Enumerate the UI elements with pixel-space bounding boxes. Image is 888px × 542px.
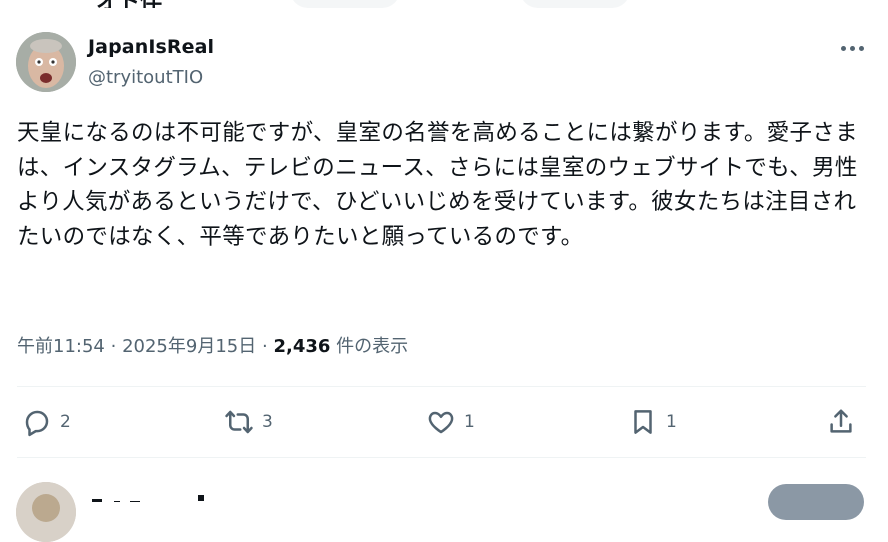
divider-bottom — [17, 457, 866, 458]
meta-separator: · — [261, 336, 268, 357]
author-name[interactable]: JapanIsReal — [88, 36, 214, 58]
share-button[interactable] — [826, 405, 856, 439]
reply-author-avatar[interactable] — [16, 482, 76, 542]
author-handle[interactable]: @tryitoutTIO — [88, 67, 203, 88]
tweet-time[interactable]: 午前11:54 — [17, 336, 105, 357]
top-bar-fragment-right — [520, 0, 630, 8]
views-label: 件の表示 — [336, 336, 409, 357]
like-count: 1 — [464, 412, 475, 432]
tweet-text: 天皇になるのは不可能ですが、皇室の名誉を高めることには繋がります。愛子さまは、イ… — [17, 120, 858, 250]
more-icon[interactable] — [836, 36, 868, 60]
like-icon — [428, 411, 454, 434]
like-button[interactable]: 1 — [426, 405, 475, 439]
reply-avatar-image — [16, 482, 76, 542]
meta-separator: · — [110, 336, 117, 357]
reply-count: 2 — [60, 412, 71, 432]
more-dot — [840, 45, 846, 51]
views-count: 2,436 — [273, 336, 331, 357]
more-dot — [858, 45, 864, 51]
reply-author-name-fragment — [90, 490, 220, 502]
tweet-date[interactable]: 2025年9月15日 — [122, 336, 256, 357]
top-bar-fragment-left — [290, 0, 400, 8]
reply-name-glyphs — [92, 495, 204, 502]
follow-button-fragment[interactable] — [768, 484, 864, 520]
divider-top — [17, 386, 866, 387]
share-icon — [830, 409, 852, 433]
retweet-count: 3 — [262, 412, 273, 432]
bookmark-icon — [634, 410, 652, 434]
tweet-meta: 午前11:54 · 2025年9月15日 · 2,436 件の表示 — [17, 332, 408, 358]
retweet-button[interactable]: 3 — [224, 405, 273, 439]
reply-button[interactable]: 2 — [22, 405, 71, 439]
retweet-icon — [225, 410, 253, 434]
author-avatar[interactable] — [16, 32, 76, 92]
bookmark-button[interactable]: 1 — [628, 405, 677, 439]
reply-icon — [25, 410, 49, 437]
header-title-cut: オト伴 — [96, 0, 162, 8]
bookmark-count: 1 — [666, 412, 677, 432]
avatar-image — [16, 32, 76, 92]
more-dot — [849, 45, 855, 51]
